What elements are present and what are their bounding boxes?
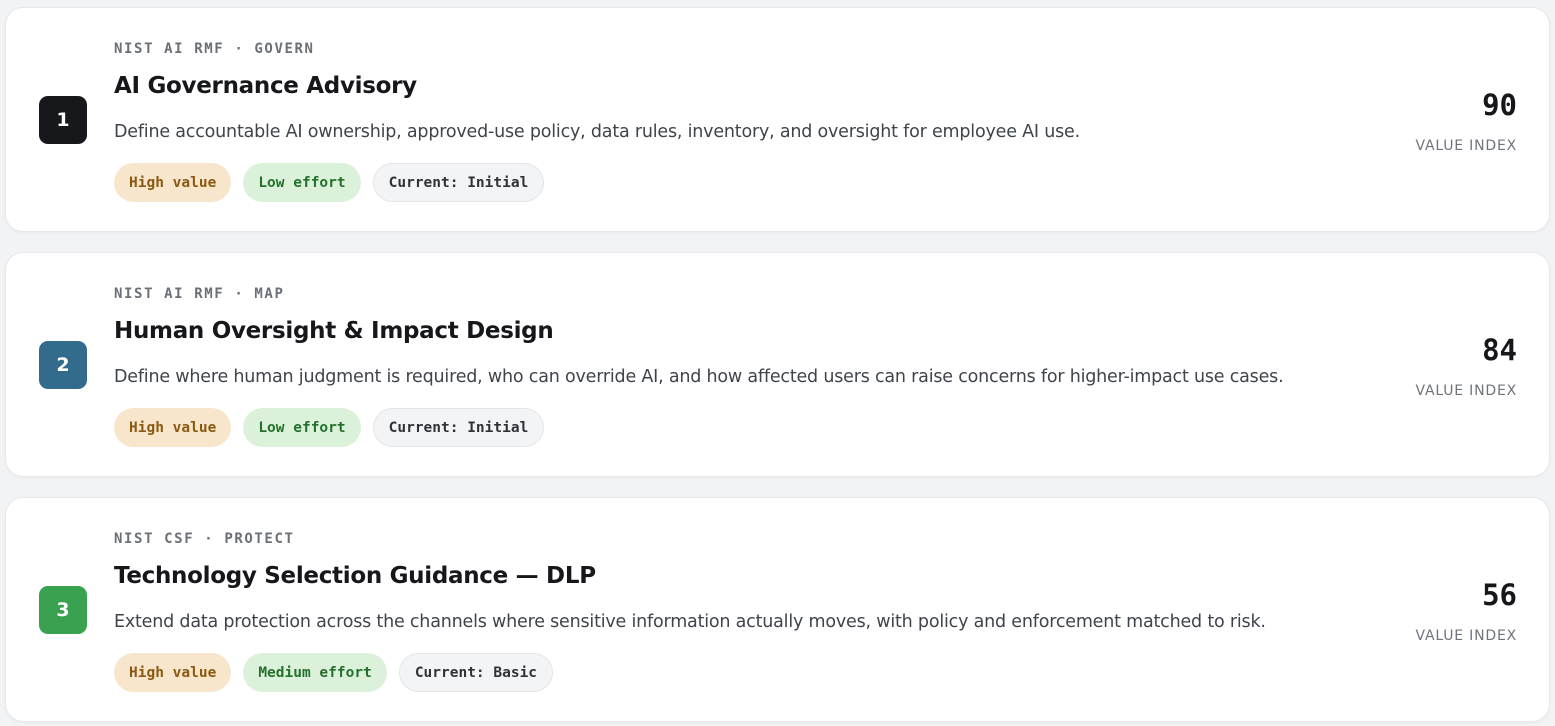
effort-tag: Low effort [243, 163, 361, 202]
current-maturity-tag: Current: Initial [372, 163, 545, 202]
recommendation-card[interactable]: 2 NIST AI RMF · MAP Human Oversight & Im… [5, 252, 1550, 477]
value-index-score: 84 [1482, 333, 1517, 367]
current-maturity-tag: Current: Initial [372, 408, 545, 447]
rank-badge: 1 [39, 96, 87, 144]
tag-row: High value Medium effort Current: Basic [114, 653, 554, 692]
framework-label: NIST CSF · PROTECT [114, 531, 295, 547]
value-tag: High value [114, 163, 232, 202]
value-index-score: 56 [1482, 578, 1517, 612]
rank-badge: 3 [39, 586, 87, 634]
effort-tag: Medium effort [243, 653, 387, 692]
recommendation-title: Technology Selection Guidance — DLP [114, 563, 596, 589]
framework-label: NIST AI RMF · GOVERN [114, 41, 315, 57]
framework-label: NIST AI RMF · MAP [114, 286, 285, 302]
rank-badge: 2 [39, 341, 87, 389]
recommendation-description: Define where human judgment is required,… [114, 367, 1284, 387]
value-index-label: VALUE INDEX [1415, 138, 1517, 154]
recommendation-list: 1 NIST AI RMF · GOVERN AI Governance Adv… [0, 0, 1555, 726]
recommendation-description: Extend data protection across the channe… [114, 612, 1266, 632]
tag-row: High value Low effort Current: Initial [114, 163, 545, 202]
recommendation-card[interactable]: 1 NIST AI RMF · GOVERN AI Governance Adv… [5, 7, 1550, 232]
recommendation-title: AI Governance Advisory [114, 73, 417, 99]
recommendation-description: Define accountable AI ownership, approve… [114, 122, 1080, 142]
tag-row: High value Low effort Current: Initial [114, 408, 545, 447]
effort-tag: Low effort [243, 408, 361, 447]
value-tag: High value [114, 408, 232, 447]
recommendation-title: Human Oversight & Impact Design [114, 318, 554, 344]
recommendation-card[interactable]: 3 NIST CSF · PROTECT Technology Selectio… [5, 497, 1550, 722]
current-maturity-tag: Current: Basic [398, 653, 554, 692]
value-index-score: 90 [1482, 88, 1517, 122]
value-index-label: VALUE INDEX [1415, 628, 1517, 644]
value-tag: High value [114, 653, 232, 692]
value-index-label: VALUE INDEX [1415, 383, 1517, 399]
